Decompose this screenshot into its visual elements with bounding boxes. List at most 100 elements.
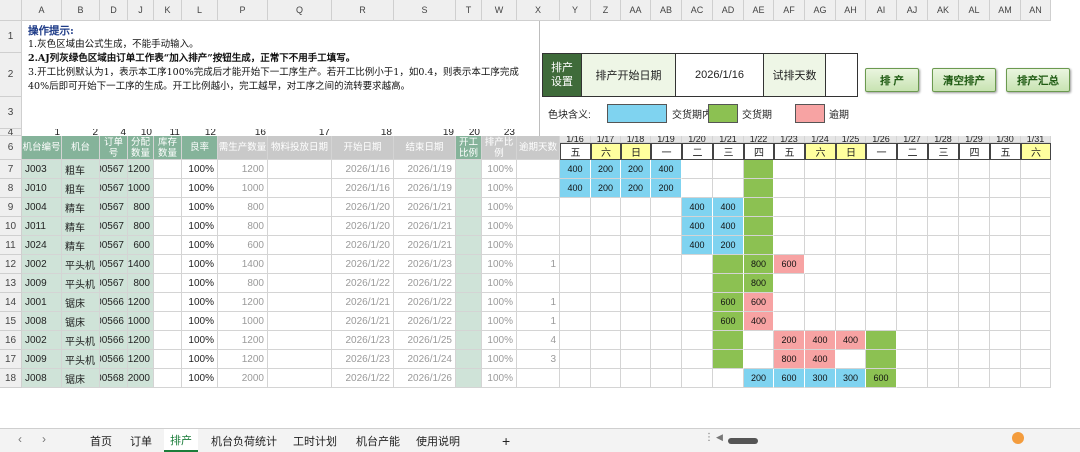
cell-yield[interactable]: 100% — [182, 312, 218, 331]
cell-alloc[interactable]: 1000 — [128, 312, 154, 331]
cell-need[interactable]: 2000 — [218, 369, 268, 388]
gantt-cell[interactable] — [805, 255, 836, 274]
gantt-cell[interactable] — [560, 198, 591, 217]
cell-start[interactable]: 2026/1/16 — [332, 179, 394, 198]
gantt-cell[interactable] — [560, 369, 591, 388]
gantt-cell[interactable] — [774, 274, 805, 293]
gantt-cell[interactable] — [774, 179, 805, 198]
cell-start[interactable]: 2026/1/23 — [332, 331, 394, 350]
cell-machine[interactable]: 锯床 — [62, 369, 100, 388]
clear-schedule-button[interactable]: 清空排产 — [932, 68, 996, 92]
gantt-block[interactable] — [713, 331, 744, 350]
gantt-block[interactable]: 200 — [591, 179, 621, 198]
cell-machine[interactable]: 锯床 — [62, 312, 100, 331]
cell-need[interactable]: 1000 — [218, 312, 268, 331]
gantt-cell[interactable] — [928, 217, 959, 236]
cell-overdue[interactable]: 4 — [517, 331, 560, 350]
cell-ratio[interactable]: 100% — [482, 179, 517, 198]
column-header[interactable]: J — [128, 0, 154, 21]
gantt-cell[interactable] — [928, 160, 959, 179]
column-header[interactable]: AI — [866, 0, 897, 21]
cell-material[interactable] — [268, 369, 332, 388]
column-header[interactable]: Q — [268, 0, 332, 21]
cell-end[interactable]: 2026/1/19 — [394, 160, 456, 179]
column-header[interactable]: AF — [774, 0, 805, 21]
gantt-cell[interactable] — [621, 331, 651, 350]
gantt-cell[interactable] — [621, 236, 651, 255]
cell-open[interactable] — [456, 312, 482, 331]
gantt-block[interactable] — [866, 331, 897, 350]
row-header[interactable]: 1 — [0, 21, 22, 53]
gantt-cell[interactable] — [591, 255, 621, 274]
sheet-tab[interactable]: 工时计划 — [287, 429, 343, 452]
gantt-cell[interactable] — [836, 217, 866, 236]
gantt-block[interactable]: 200 — [591, 160, 621, 179]
row-header[interactable]: 4 — [0, 129, 22, 136]
gantt-cell[interactable] — [897, 369, 928, 388]
gantt-cell[interactable] — [805, 198, 836, 217]
cell-code[interactable]: J008 — [22, 312, 62, 331]
gantt-cell[interactable] — [897, 350, 928, 369]
cell-overdue[interactable] — [517, 274, 560, 293]
gantt-cell[interactable] — [897, 293, 928, 312]
gantt-cell[interactable] — [897, 198, 928, 217]
gantt-cell[interactable] — [836, 255, 866, 274]
cell-code[interactable]: J011 — [22, 217, 62, 236]
gantt-cell[interactable] — [897, 255, 928, 274]
cell-end[interactable]: 2026/1/21 — [394, 198, 456, 217]
gantt-cell[interactable] — [897, 312, 928, 331]
gantt-cell[interactable] — [591, 350, 621, 369]
cell-code[interactable]: J009 — [22, 350, 62, 369]
gantt-cell[interactable] — [897, 274, 928, 293]
cell-material[interactable] — [268, 331, 332, 350]
gantt-cell[interactable] — [959, 312, 990, 331]
cell-open[interactable] — [456, 217, 482, 236]
cell-yield[interactable]: 100% — [182, 255, 218, 274]
gantt-cell[interactable] — [560, 255, 591, 274]
gantt-cell[interactable] — [651, 369, 682, 388]
gantt-cell[interactable] — [591, 198, 621, 217]
gantt-cell[interactable] — [651, 331, 682, 350]
cell-need[interactable]: 800 — [218, 274, 268, 293]
cell-order[interactable]: 100566 — [100, 293, 128, 312]
gantt-block[interactable] — [744, 217, 774, 236]
cell-stock[interactable] — [154, 160, 182, 179]
cell-end[interactable]: 2026/1/25 — [394, 331, 456, 350]
horizontal-scrollbar[interactable] — [728, 438, 758, 444]
gantt-cell[interactable] — [560, 274, 591, 293]
cell-material[interactable] — [268, 160, 332, 179]
cell-stock[interactable] — [154, 179, 182, 198]
cell-open[interactable] — [456, 160, 482, 179]
gantt-cell[interactable] — [1021, 350, 1051, 369]
gantt-cell[interactable] — [560, 350, 591, 369]
column-header[interactable]: AK — [928, 0, 959, 21]
gantt-cell[interactable] — [621, 274, 651, 293]
gantt-block[interactable]: 200 — [774, 331, 805, 350]
gantt-block[interactable]: 200 — [621, 179, 651, 198]
tab-scroll-left-icon[interactable]: ‹ — [18, 432, 22, 446]
gantt-block[interactable]: 600 — [866, 369, 897, 388]
gantt-cell[interactable] — [928, 274, 959, 293]
cell-order[interactable]: 100567 — [100, 198, 128, 217]
cell-open[interactable] — [456, 293, 482, 312]
sheet-tab[interactable]: 使用说明 — [410, 429, 466, 452]
gantt-cell[interactable] — [959, 369, 990, 388]
cell-ratio[interactable]: 100% — [482, 350, 517, 369]
gantt-cell[interactable] — [560, 312, 591, 331]
gantt-cell[interactable] — [682, 160, 713, 179]
cell-code[interactable]: J001 — [22, 293, 62, 312]
gantt-cell[interactable] — [959, 350, 990, 369]
gantt-cell[interactable] — [805, 217, 836, 236]
cell-need[interactable]: 1200 — [218, 350, 268, 369]
cell-material[interactable] — [268, 255, 332, 274]
gantt-cell[interactable] — [651, 350, 682, 369]
gantt-cell[interactable] — [774, 198, 805, 217]
row-header[interactable]: 3 — [0, 97, 22, 129]
gantt-cell[interactable] — [744, 331, 774, 350]
gantt-block[interactable] — [713, 274, 744, 293]
gantt-cell[interactable] — [1021, 369, 1051, 388]
gantt-cell[interactable] — [836, 274, 866, 293]
gantt-cell[interactable] — [1021, 331, 1051, 350]
gantt-cell[interactable] — [959, 255, 990, 274]
cell-alloc[interactable]: 1400 — [128, 255, 154, 274]
